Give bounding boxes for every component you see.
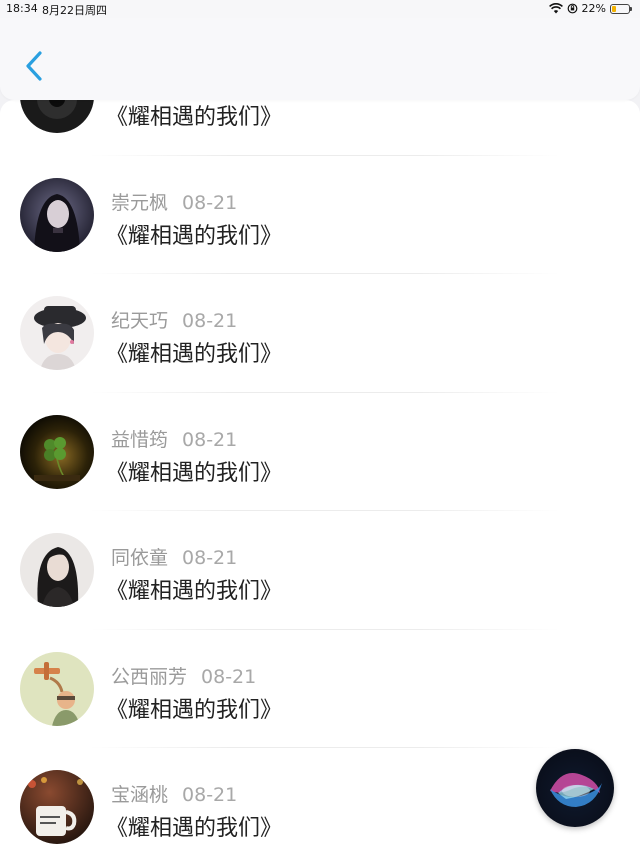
battery-fill [612,5,616,12]
avatar-image [20,296,94,370]
list-item[interactable]: 同依童 08-21 《耀相遇的我们》 [0,511,640,630]
comment-list: 《耀相遇的我们》 崇元枫 08-21 《耀相遇的我们》 纪天巧 08-21 《耀… [0,100,640,853]
list-item[interactable]: 公西丽芳 08-21 《耀相遇的我们》 [0,630,640,748]
comment-date: 08-21 [182,547,238,569]
battery-cap [630,6,632,11]
avatar-image [20,770,94,844]
comment-meta: 益惜筠 08-21 [111,425,237,452]
commenter-name: 崇元枫 [111,191,169,214]
avatar[interactable] [20,177,94,252]
commenter-name: 宝涵桃 [111,784,169,806]
status-right: 22% [548,2,632,15]
comment-date: 08-21 [182,784,238,806]
comment-date: 08-21 [201,665,257,688]
battery-percent: 22% [581,2,606,15]
comment-text: 《耀相遇的我们》 [106,697,283,723]
comment-text: 《耀相遇的我们》 [106,342,283,367]
avatar-image [20,533,94,607]
commenter-name: 纪天巧 [111,310,169,332]
avatar[interactable] [20,770,94,844]
chevron-left-icon [26,51,42,81]
comment-meta: 宝涵桃 08-21 [111,780,237,807]
comment-date: 08-21 [182,428,238,451]
siri-button[interactable] [536,749,614,827]
wifi-icon [548,3,563,14]
commenter-name: 公西丽芳 [111,665,188,688]
battery-icon [610,3,632,14]
avatar[interactable] [20,414,94,489]
avatar-image [20,100,94,133]
list-item[interactable]: 崇元枫 08-21 《耀相遇的我们》 [0,156,640,274]
comment-list-card: 《耀相遇的我们》 崇元枫 08-21 《耀相遇的我们》 纪天巧 08-21 《耀… [0,100,640,853]
avatar-image [20,651,94,726]
comment-meta: 崇元枫 08-21 [111,188,237,215]
comment-text: 《耀相遇的我们》 [106,223,283,249]
comment-date: 08-21 [182,191,238,214]
comment-date: 08-21 [182,310,238,332]
nav-bar [0,18,640,100]
status-date: 8月22日周四 [42,4,107,17]
list-item[interactable]: 《耀相遇的我们》 [0,100,640,156]
comment-text: 《耀相遇的我们》 [106,579,283,604]
comment-text: 《耀相遇的我们》 [106,460,283,486]
comment-text: 《耀相遇的我们》 [106,816,283,841]
siri-icon [550,773,602,807]
back-button[interactable] [18,46,54,86]
status-time: 18:34 [6,2,38,15]
avatar[interactable] [20,100,94,133]
orientation-lock-icon [567,3,577,14]
avatar[interactable] [20,296,94,370]
avatar[interactable] [20,651,94,726]
avatar-image [20,177,94,252]
commenter-name: 同依童 [111,547,169,569]
avatar[interactable] [20,533,94,607]
list-item[interactable]: 益惜筠 08-21 《耀相遇的我们》 [0,393,640,511]
list-item[interactable]: 纪天巧 08-21 《耀相遇的我们》 [0,274,640,393]
comment-meta: 公西丽芳 08-21 [111,662,256,689]
comment-meta: 同依童 08-21 [111,543,237,570]
commenter-name: 益惜筠 [111,428,169,451]
avatar-image [20,414,94,489]
status-bar: 18:34 8月22日周四 22% [0,0,640,18]
comment-meta: 纪天巧 08-21 [111,306,237,333]
comment-text: 《耀相遇的我们》 [106,105,283,130]
